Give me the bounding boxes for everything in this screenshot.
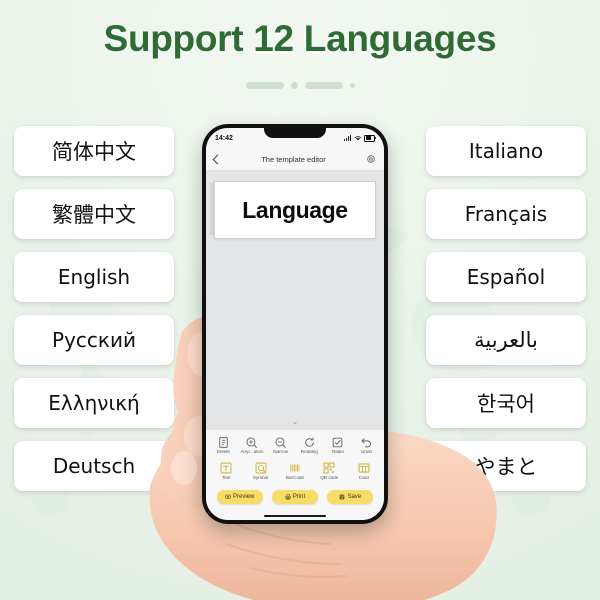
gear-icon[interactable] (366, 154, 376, 164)
save-button[interactable]: Save (327, 490, 374, 504)
divider-dot-first (290, 82, 298, 89)
signal-icon (343, 135, 351, 141)
tool-rotating[interactable]: Rotating (295, 436, 323, 455)
tool-label: Amp...ation (240, 450, 264, 455)
delete-icon (217, 436, 230, 449)
save-icon (339, 494, 345, 500)
divider-bar-left (245, 82, 284, 89)
save-label: Save (347, 494, 362, 500)
language-chip-french[interactable]: Français (426, 189, 586, 239)
card-icon (357, 461, 371, 475)
tool-card[interactable]: Card (350, 461, 378, 481)
tool-symbol[interactable]: Symbol (247, 461, 275, 481)
phone-screen: 14:42 The template editor Language ⌄ Del… (206, 128, 384, 520)
home-indicator (206, 511, 384, 520)
tool-text[interactable]: Text (212, 461, 240, 481)
divider-ornament (0, 82, 600, 89)
preview-icon (225, 494, 231, 500)
language-chip-traditional-chinese[interactable]: 繁體中文 (14, 189, 174, 239)
tool-label: Text (221, 476, 231, 481)
label-preview-card[interactable]: Language (214, 181, 376, 239)
tool-label: Card (358, 476, 369, 481)
tool-amplification[interactable]: Amp...ation (238, 436, 266, 455)
wifi-icon (354, 136, 361, 141)
tool-label: Undo (361, 450, 373, 455)
app-header: The template editor (206, 148, 384, 171)
tool-qrcode[interactable]: QR code (315, 461, 343, 481)
tool-label: Symbol (252, 476, 269, 481)
language-label: Français (464, 202, 548, 226)
preview-button[interactable]: Preview (216, 490, 263, 504)
qrcode-icon (322, 461, 336, 475)
language-label: 简体中文 (52, 140, 136, 164)
tool-barcode[interactable]: BarCode (281, 461, 309, 481)
tool-delete[interactable]: Delete (209, 436, 237, 455)
narrow-icon (274, 436, 287, 449)
tool-label: Narrow (273, 450, 289, 455)
canvas-rail (210, 183, 214, 235)
phone-notch (264, 124, 326, 138)
rotating-icon (303, 436, 316, 449)
tool-label: Rotating (300, 450, 318, 455)
page-title: Support 12 Languages (103, 18, 497, 59)
label-canvas[interactable]: Language ⌄ (206, 171, 384, 430)
language-chip-italian[interactable]: Italiano (426, 126, 586, 176)
app-header-title: The template editor (261, 154, 326, 164)
toolbar-row-primary: Delete Amp...ation Narrow Rotating Radio… (209, 434, 381, 457)
print-button[interactable]: Print (271, 490, 318, 504)
status-bar-time: 14:42 (215, 134, 233, 142)
editor-toolbar: Delete Amp...ation Narrow Rotating Radio… (206, 429, 384, 485)
tool-narrow[interactable]: Narrow (267, 436, 295, 455)
tool-label: BarCode (285, 476, 305, 481)
poster-stage: Support 12 Languages 简体中文 繁體中文 English Р… (0, 0, 600, 600)
status-bar-icons (343, 134, 376, 142)
tool-label: Delete (216, 450, 230, 455)
symbol-icon (254, 461, 268, 475)
language-label: 繁體中文 (52, 203, 136, 227)
tool-label: QR code (320, 476, 339, 481)
tool-radio[interactable]: Radio (324, 436, 352, 455)
chevron-down-icon[interactable]: ⌄ (206, 417, 384, 426)
language-chip-simplified-chinese[interactable]: 简体中文 (14, 126, 174, 176)
amplification-icon (245, 436, 258, 449)
divider-dot-second (349, 83, 355, 88)
print-icon (285, 494, 291, 500)
preview-label: Preview (232, 494, 255, 500)
text-icon (219, 461, 233, 475)
battery-icon (364, 134, 376, 142)
action-bar: Preview Print Save (206, 485, 384, 511)
print-label: Print (292, 494, 306, 500)
tool-undo[interactable]: Undo (353, 436, 381, 455)
phone-device: 14:42 The template editor Language ⌄ Del… (202, 124, 388, 524)
language-label: Italiano (468, 139, 544, 163)
chevron-left-icon[interactable] (212, 154, 223, 164)
barcode-icon (288, 461, 302, 475)
undo-icon (360, 436, 373, 449)
toolbar-row-insert: Text Symbol BarCode QR code Card (209, 457, 381, 483)
divider-bar-right (304, 82, 343, 89)
radio-icon (331, 436, 344, 449)
label-text: Language (242, 196, 348, 223)
tool-label: Radio (331, 450, 344, 455)
